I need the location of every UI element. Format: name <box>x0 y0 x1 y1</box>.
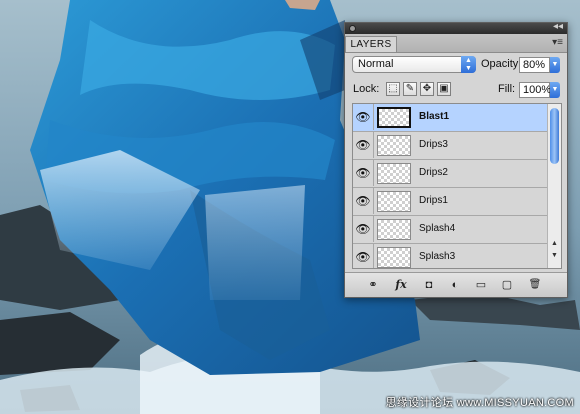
layer-name[interactable]: Splash4 <box>419 216 455 242</box>
blend-mode-value: Normal <box>358 58 394 70</box>
scrollbar-thumb[interactable] <box>550 108 559 164</box>
layers-list: 👁 Blast1 👁 Drips3 👁 Drips2 👁 Drips1 👁 Sp… <box>352 103 562 269</box>
eye-icon[interactable]: 👁 <box>353 132 374 158</box>
panel-tab-row: LAYERS ▾≡ <box>345 34 567 53</box>
layer-row-drips1[interactable]: 👁 Drips1 <box>353 188 561 216</box>
eye-icon[interactable]: 👁 <box>353 244 374 268</box>
scroll-down-icon[interactable]: ▼ <box>548 252 561 259</box>
layers-scrollbar[interactable]: ▲ ▼ <box>547 104 561 268</box>
layer-row-splash3[interactable]: 👁 Splash3 <box>353 244 561 268</box>
layer-name[interactable]: Drips1 <box>419 188 448 214</box>
layer-row-blast1[interactable]: 👁 Blast1 <box>353 104 561 132</box>
layer-row-drips2[interactable]: 👁 Drips2 <box>353 160 561 188</box>
panel-menu-icon[interactable]: ▾≡ <box>552 35 563 51</box>
layer-thumbnail[interactable] <box>377 219 411 240</box>
eye-icon[interactable]: 👁 <box>353 188 374 214</box>
tab-layers[interactable]: LAYERS <box>345 36 397 52</box>
fill-field[interactable]: 100% <box>519 82 551 98</box>
lock-transparent-icon[interactable]: ⬚ <box>386 82 400 96</box>
opacity-dropdown-icon[interactable]: ▼ <box>550 57 560 73</box>
mask-icon[interactable]: ◘ <box>421 277 437 293</box>
lock-move-icon[interactable]: ✥ <box>420 82 434 96</box>
new-layer-icon[interactable]: ▢ <box>499 277 515 293</box>
opacity-label: Opacity: <box>481 58 522 70</box>
layer-thumbnail[interactable] <box>377 107 411 128</box>
layer-row-splash4[interactable]: 👁 Splash4 <box>353 216 561 244</box>
panel-titlebar[interactable]: ◂◂ <box>345 21 567 34</box>
eye-icon[interactable]: 👁 <box>353 216 374 242</box>
layer-thumbnail[interactable] <box>377 135 411 156</box>
fx-icon[interactable]: fx <box>393 277 409 293</box>
panel-footer: ⚭ fx ◘ ◐ ▭ ▢ 🗑 <box>345 272 567 297</box>
layer-name[interactable]: Drips3 <box>419 132 448 158</box>
layer-row-drips3[interactable]: 👁 Drips3 <box>353 132 561 160</box>
collapse-icon[interactable]: ◂◂ <box>553 21 563 33</box>
layer-name[interactable]: Splash3 <box>419 244 455 268</box>
close-icon[interactable] <box>349 25 356 32</box>
trash-icon[interactable]: 🗑 <box>527 277 543 293</box>
adjustment-icon[interactable]: ◐ <box>447 277 463 293</box>
lock-label: Lock: <box>353 83 380 95</box>
layer-thumbnail[interactable] <box>377 247 411 268</box>
lock-brush-icon[interactable]: ✎ <box>403 82 417 96</box>
eye-icon[interactable]: 👁 <box>353 160 374 186</box>
layers-panel: ◂◂ LAYERS ▾≡ Normal ▲ ▼ Opacity: 80% ▼ Lo… <box>344 21 568 298</box>
group-folder-icon[interactable]: ▭ <box>473 277 489 293</box>
watermark-text: 思缘设计论坛 www.MISSYUAN.COM <box>385 397 574 409</box>
link-icon[interactable]: ⚭ <box>365 277 381 293</box>
layer-name[interactable]: Blast1 <box>419 104 449 130</box>
layer-name[interactable]: Drips2 <box>419 160 448 186</box>
eye-icon[interactable]: 👁 <box>353 104 374 130</box>
fill-label: Fill: <box>498 83 516 95</box>
lock-all-icon[interactable]: ▣ <box>437 82 451 96</box>
layer-thumbnail[interactable] <box>377 163 411 184</box>
fill-dropdown-icon[interactable]: ▼ <box>550 82 560 98</box>
blend-mode-select[interactable]: Normal ▲ ▼ <box>352 56 476 73</box>
updown-arrows-icon: ▲ ▼ <box>461 56 476 73</box>
scroll-up-icon[interactable]: ▲ <box>548 240 561 247</box>
layer-thumbnail[interactable] <box>377 191 411 212</box>
opacity-field[interactable]: 80% <box>519 57 550 73</box>
